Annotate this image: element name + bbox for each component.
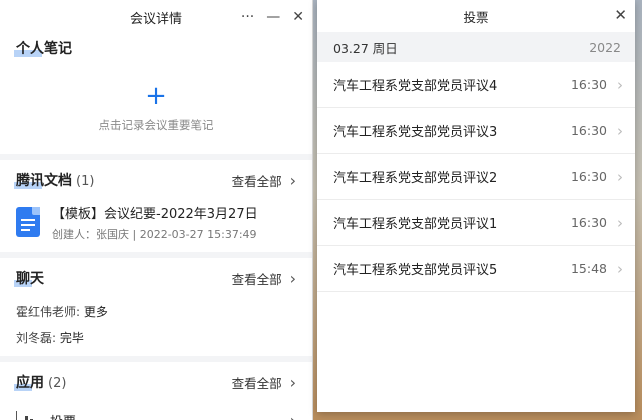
minimize-icon[interactable]: — bbox=[266, 9, 280, 25]
date-label: 03.27 周日 bbox=[333, 40, 398, 56]
app-label: 投票 bbox=[50, 411, 76, 420]
docs-view-all-button[interactable]: 查看全部 › bbox=[232, 171, 296, 190]
chevron-right-icon: › bbox=[289, 410, 296, 420]
vote-list-item[interactable]: 汽车工程系党支部党员评议1 16:30 › bbox=[317, 200, 635, 246]
app-item-vote[interactable]: 投票 › bbox=[16, 402, 296, 420]
apps-title: 应用 (2) bbox=[14, 375, 67, 391]
docs-title: 腾讯文档 (1) bbox=[14, 173, 95, 189]
vote-window: 投票 ✕ 03.27 周日 2022 汽车工程系党支部党员评议4 16:30 › … bbox=[317, 0, 635, 412]
window-title: 会议详情 bbox=[129, 11, 182, 27]
add-note-area[interactable]: + 点击记录会议重要笔记 bbox=[16, 62, 296, 154]
vote-titlebar: 投票 ✕ bbox=[317, 0, 635, 32]
vote-list-item[interactable]: 汽车工程系党支部党员评议2 16:30 › bbox=[317, 154, 635, 200]
chat-header: 聊天 查看全部 › bbox=[14, 258, 296, 298]
chevron-right-icon: › bbox=[617, 121, 623, 140]
bar-chart-icon bbox=[16, 411, 38, 420]
add-note-hint[interactable]: 点击记录会议重要笔记 bbox=[99, 117, 214, 133]
window-controls: ··· — ✕ bbox=[241, 0, 304, 34]
close-icon[interactable]: ✕ bbox=[292, 9, 304, 25]
chat-message: 霍红伟老师: 更多 bbox=[16, 304, 108, 319]
plus-icon[interactable]: + bbox=[145, 83, 167, 109]
doc-title: 【模板】会议纪要-2022年3月27日 bbox=[52, 206, 258, 222]
chat-view-all-button[interactable]: 查看全部 › bbox=[232, 269, 296, 288]
date-header: 03.27 周日 2022 bbox=[317, 32, 635, 62]
chevron-right-icon: › bbox=[617, 167, 623, 186]
apps-header: 应用 (2) 查看全部 › bbox=[14, 362, 296, 402]
chat-message: 刘冬磊: 完毕 bbox=[16, 330, 84, 345]
notes-title: 个人笔记 bbox=[14, 41, 72, 57]
vote-list-item[interactable]: 汽车工程系党支部党员评议3 16:30 › bbox=[317, 108, 635, 154]
year-label: 2022 bbox=[589, 39, 621, 55]
vote-window-title: 投票 bbox=[463, 9, 489, 25]
doc-meta: 创建人：张国庆 | 2022-03-27 15:37:49 bbox=[52, 227, 257, 241]
chevron-right-icon: › bbox=[617, 259, 623, 278]
docs-header: 腾讯文档 (1) 查看全部 › bbox=[14, 160, 296, 200]
chevron-right-icon: › bbox=[289, 170, 296, 190]
docs-section: 腾讯文档 (1) 查看全部 › 【模板】会议纪要-2022年3月27日 创建人：张国… bbox=[0, 160, 312, 252]
vote-list-item[interactable]: 汽车工程系党支部党员评议4 16:30 › bbox=[317, 62, 635, 108]
close-icon[interactable]: ✕ bbox=[614, 6, 627, 24]
more-icon[interactable]: ··· bbox=[241, 9, 254, 25]
notes-section: 个人笔记 + 点击记录会议重要笔记 bbox=[0, 34, 312, 154]
apps-section: 应用(2) 查看全部› 投票 › bbox=[0, 362, 312, 420]
meeting-details-window: 会议详情 ··· — ✕ 个人笔记 + 点击记录会议重要笔记 腾讯文档 (1) 查… bbox=[0, 0, 313, 420]
notes-header: 个人笔记 bbox=[14, 34, 296, 62]
apps-view-all-button[interactable]: 查看全部 › bbox=[232, 373, 296, 392]
document-icon bbox=[16, 207, 40, 237]
chevron-right-icon: › bbox=[289, 268, 296, 288]
chat-section: 聊天 查看全部 › 霍红伟老师: 更多 刘冬磊: 完毕 bbox=[0, 258, 312, 356]
vote-list-item[interactable]: 汽车工程系党支部党员评议5 15:48 › bbox=[317, 246, 635, 292]
chevron-right-icon: › bbox=[617, 75, 623, 94]
titlebar: 会议详情 ··· — ✕ bbox=[0, 0, 312, 34]
chevron-right-icon: › bbox=[617, 213, 623, 232]
chat-title: 聊天 bbox=[14, 271, 44, 287]
chevron-right-icon: › bbox=[289, 372, 296, 392]
doc-item[interactable]: 【模板】会议纪要-2022年3月27日 创建人：张国庆 | 2022-03-27… bbox=[16, 200, 296, 252]
